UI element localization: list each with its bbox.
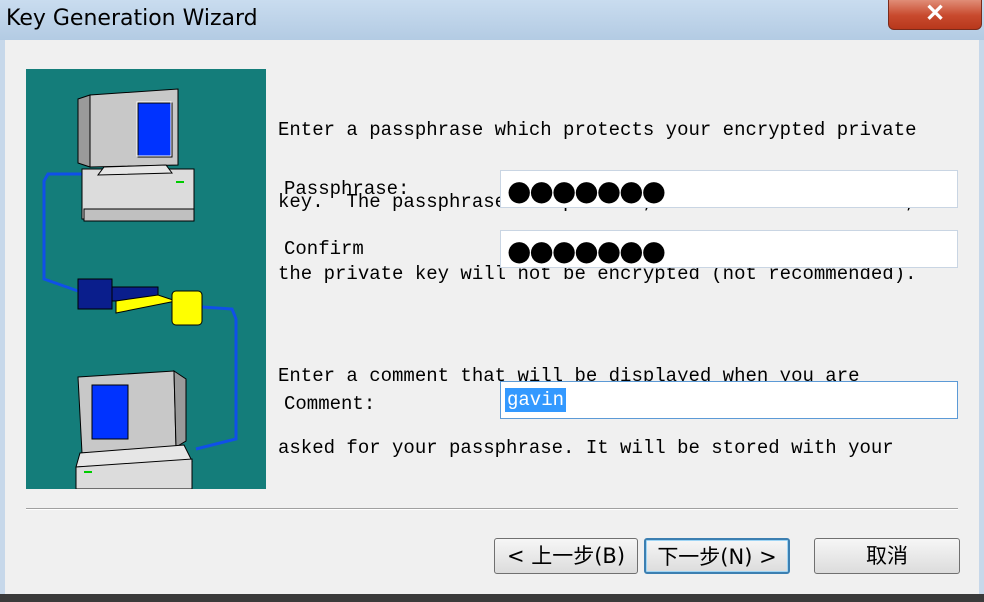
passphrase-label: Passphrase: bbox=[284, 178, 410, 200]
comment-field[interactable]: gavin bbox=[500, 381, 958, 419]
passphrase-masked-value: ●●●●●●● bbox=[507, 174, 666, 207]
computers-key-illustration bbox=[42, 88, 238, 490]
wizard-illustration bbox=[26, 69, 266, 490]
back-button[interactable]: < 上一步(B) bbox=[494, 538, 638, 574]
key-icon bbox=[77, 278, 203, 326]
intro-line: Enter a passphrase which protects your e… bbox=[278, 119, 917, 141]
separator bbox=[26, 508, 958, 510]
cable-bottom bbox=[195, 305, 238, 451]
confirm-field[interactable]: ●●●●●●● bbox=[500, 230, 958, 268]
window-title: Key Generation Wizard bbox=[6, 6, 258, 31]
computer-top-icon bbox=[77, 88, 195, 222]
comment-value-selected: gavin bbox=[505, 388, 567, 412]
title-bar: Key Generation Wizard ✕ bbox=[0, 0, 984, 41]
close-icon: ✕ bbox=[924, 0, 946, 27]
taskbar-edge bbox=[0, 594, 984, 602]
cable-top bbox=[42, 172, 82, 293]
comment-help-line: asked for your passphrase. It will be st… bbox=[278, 437, 894, 459]
next-button[interactable]: 下一步(N) > bbox=[644, 538, 790, 574]
passphrase-field[interactable]: ●●●●●●● bbox=[500, 170, 958, 208]
comment-label: Comment: bbox=[284, 393, 376, 415]
confirm-masked-value: ●●●●●●● bbox=[507, 234, 666, 267]
confirm-label: Confirm bbox=[284, 238, 364, 260]
close-button[interactable]: ✕ bbox=[888, 0, 982, 30]
computer-bottom-icon bbox=[75, 370, 193, 490]
cancel-button[interactable]: 取消 bbox=[814, 538, 960, 574]
